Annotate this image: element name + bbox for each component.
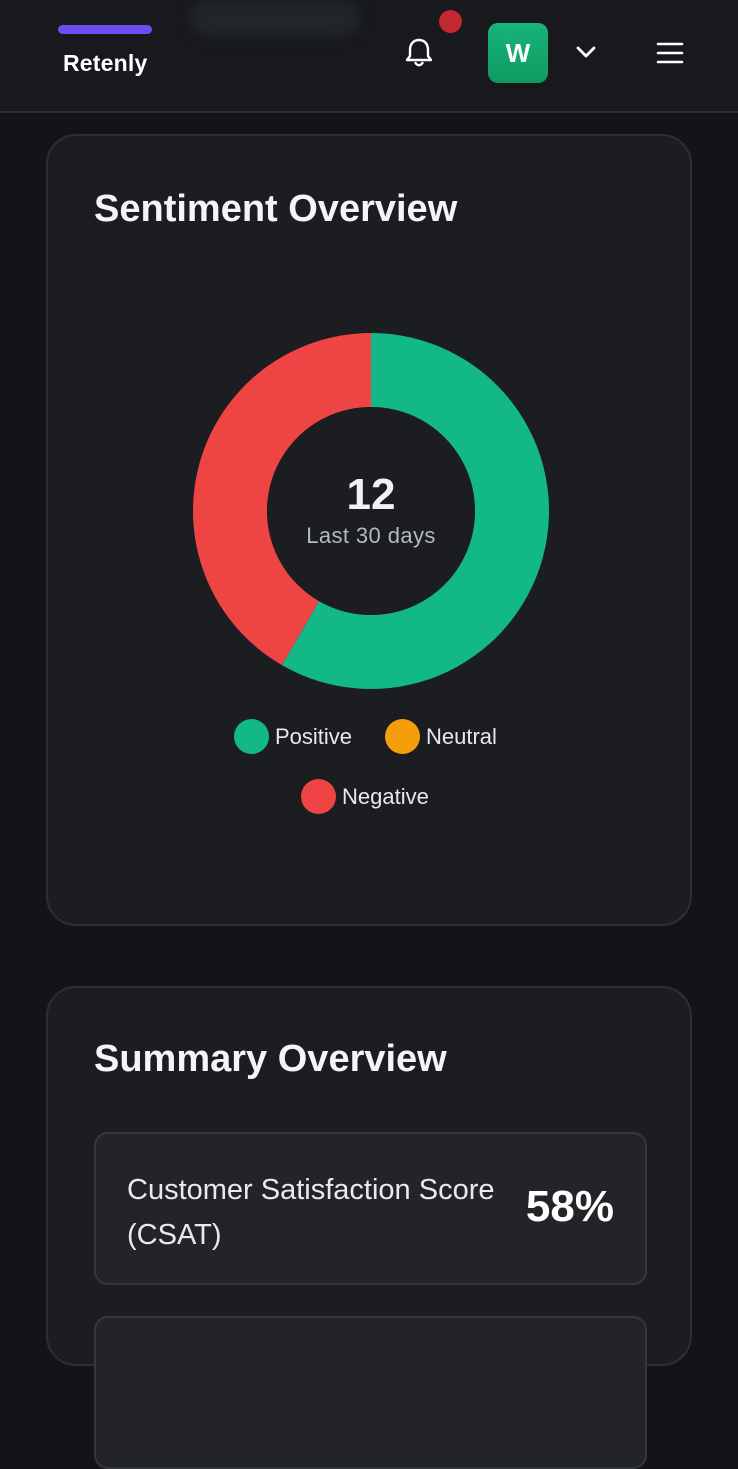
legend-item-neutral: Neutral: [385, 719, 497, 754]
blurred-banner: [190, 0, 360, 36]
sentiment-overview-card: Sentiment Overview 12 Last 30 days Posit…: [46, 134, 692, 926]
metric-value-csat: 58%: [525, 1182, 614, 1231]
metric-card-next[interactable]: [94, 1316, 647, 1469]
brand-logo-text[interactable]: Retenly: [63, 50, 147, 77]
summary-overview-card: Summary Overview Customer Satisfaction S…: [46, 986, 692, 1469]
legend-item-negative: Negative: [301, 779, 429, 814]
donut-period-label: Last 30 days: [306, 523, 436, 548]
brand-accent-bar: [58, 25, 152, 34]
hamburger-menu-icon[interactable]: [654, 37, 686, 69]
legend-dot-neutral: [385, 719, 420, 754]
donut-total-value: 12: [346, 470, 396, 519]
legend-dot-positive: [234, 719, 269, 754]
sentiment-donut-chart: 12 Last 30 days: [191, 331, 551, 691]
legend-label-positive: Positive: [275, 723, 353, 749]
bell-icon[interactable]: [400, 34, 438, 72]
legend-dot-negative: [301, 779, 336, 814]
legend-label-negative: Negative: [342, 783, 429, 809]
sentiment-card-title: Sentiment Overview: [94, 188, 458, 230]
summary-card-title: Summary Overview: [94, 1038, 447, 1080]
legend-item-positive: Positive: [234, 719, 352, 754]
top-navigation-bar: Retenly W: [0, 0, 738, 113]
donut-center: 12 Last 30 days: [191, 331, 551, 691]
user-avatar[interactable]: W: [488, 23, 548, 83]
notification-badge: [439, 10, 462, 33]
chevron-down-icon[interactable]: [572, 38, 600, 66]
metric-card-csat[interactable]: Customer Satisfaction Score (CSAT) 58%: [94, 1132, 647, 1285]
metric-label-csat: Customer Satisfaction Score (CSAT): [127, 1174, 495, 1251]
legend-label-neutral: Neutral: [426, 723, 497, 749]
